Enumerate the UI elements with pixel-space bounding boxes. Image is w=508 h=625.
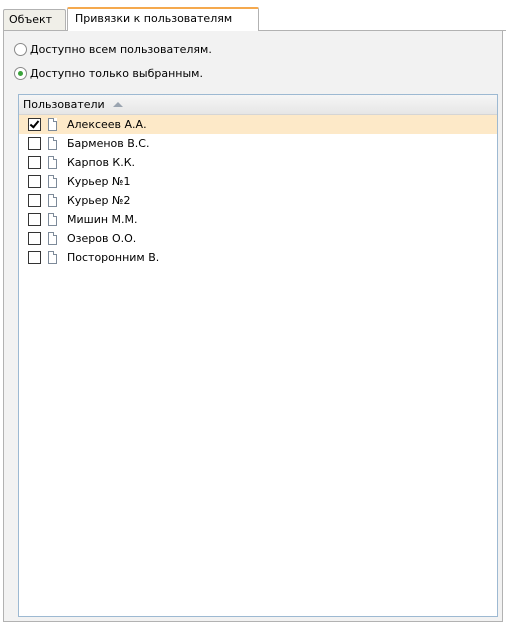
radio-all-users-label: Доступно всем пользователям. — [30, 42, 212, 56]
radio-selected-only[interactable]: Доступно только выбранным. — [14, 65, 203, 81]
user-checkbox[interactable] — [28, 175, 41, 188]
user-name: Карпов К.К. — [67, 156, 136, 169]
user-name: Посторонним В. — [67, 251, 160, 264]
user-name: Озеров О.О. — [67, 232, 137, 245]
list-item[interactable]: Озеров О.О. — [19, 229, 497, 248]
user-checkbox[interactable] — [28, 137, 41, 150]
list-item[interactable]: Карпов К.К. — [19, 153, 497, 172]
users-list[interactable]: Пользователи Алексеев А.А. Барменов В.С. К… — [18, 94, 498, 617]
radio-all-users[interactable]: Доступно всем пользователям. — [14, 41, 212, 57]
list-item[interactable]: Алексеев А.А. — [19, 115, 497, 134]
user-name: Курьер №1 — [67, 175, 131, 188]
user-name: Курьер №2 — [67, 194, 131, 207]
tab-object-label: Объект — [9, 13, 53, 26]
user-checkbox[interactable] — [28, 118, 41, 131]
radio-selected-only-indicator[interactable] — [14, 66, 27, 80]
user-name: Барменов В.С. — [67, 137, 150, 150]
sort-ascending-icon — [112, 102, 123, 107]
document-icon — [48, 175, 57, 188]
document-icon — [48, 156, 57, 169]
tab-strip: Объект Привязки к пользователям — [3, 7, 506, 31]
tab-user-bindings-label: Привязки к пользователям — [75, 12, 233, 25]
document-icon — [48, 194, 57, 207]
radio-all-users-indicator[interactable] — [14, 42, 27, 56]
list-item[interactable]: Барменов В.С. — [19, 134, 497, 153]
user-checkbox[interactable] — [28, 156, 41, 169]
tab-object[interactable]: Объект — [3, 9, 66, 30]
users-column-header[interactable]: Пользователи — [19, 95, 497, 115]
document-icon — [48, 118, 57, 131]
users-column-header-label: Пользователи — [23, 98, 105, 111]
users-list-rows: Алексеев А.А. Барменов В.С. Карпов К.К. Кур… — [19, 115, 497, 267]
document-icon — [48, 213, 57, 226]
user-checkbox[interactable] — [28, 194, 41, 207]
tab-user-bindings[interactable]: Привязки к пользователям — [67, 7, 259, 31]
document-icon — [48, 251, 57, 264]
list-item[interactable]: Курьер №1 — [19, 172, 497, 191]
user-checkbox[interactable] — [28, 232, 41, 245]
user-checkbox[interactable] — [28, 213, 41, 226]
document-icon — [48, 232, 57, 245]
list-item[interactable]: Мишин М.М. — [19, 210, 497, 229]
list-item[interactable]: Курьер №2 — [19, 191, 497, 210]
list-item[interactable]: Посторонним В. — [19, 248, 497, 267]
user-checkbox[interactable] — [28, 251, 41, 264]
user-bindings-panel: Доступно всем пользователям. Доступно то… — [3, 31, 503, 622]
radio-selected-only-label: Доступно только выбранным. — [30, 66, 203, 80]
document-icon — [48, 137, 57, 150]
user-name: Мишин М.М. — [67, 213, 138, 226]
user-name: Алексеев А.А. — [67, 118, 147, 131]
